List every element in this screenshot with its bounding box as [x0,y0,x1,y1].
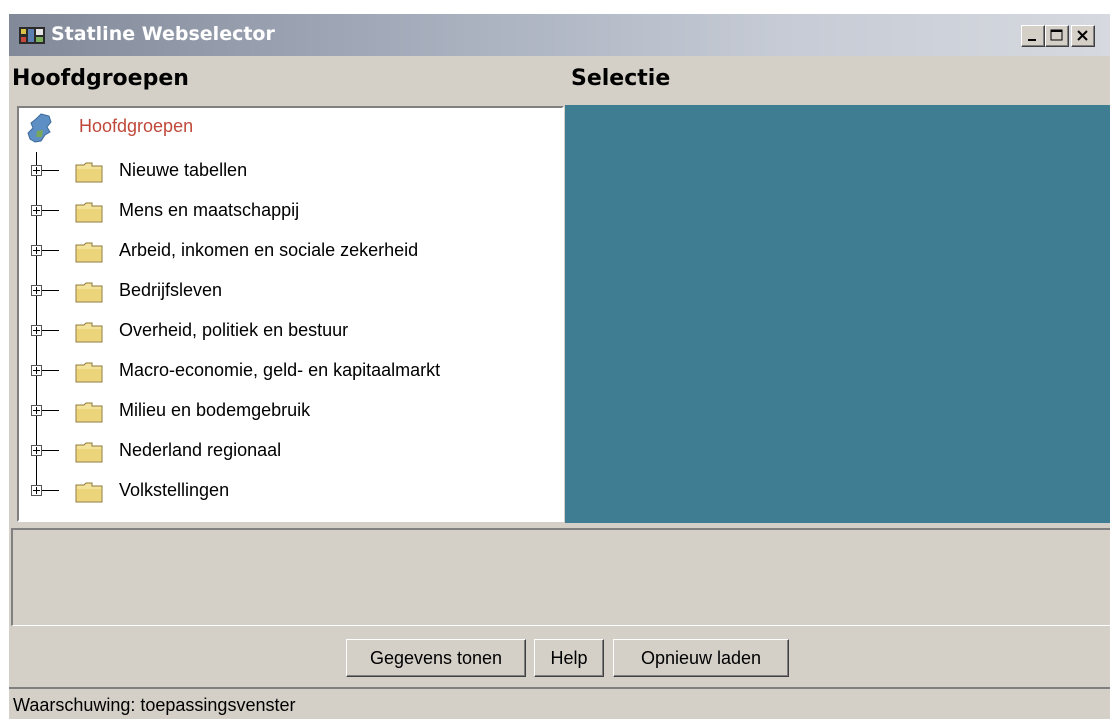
tree-item-label: Nieuwe tabellen [119,160,248,180]
folder-icon [75,442,103,463]
status-text: Waarschuwing: toepassingsvenster [13,695,296,715]
film-strip-icon [19,27,45,44]
help-button[interactable]: Help [534,639,604,677]
netherlands-map-icon [27,113,52,143]
tree-item-label: Arbeid, inkomen en sociale zekerheid [119,240,419,260]
folder-icon [75,282,103,303]
minimize-button[interactable] [1021,25,1045,47]
app-window: Statline Webselector Hoofdgroepen Select… [8,14,1110,719]
expand-icon[interactable] [31,205,42,216]
minimize-icon [1028,39,1036,41]
tree-item-label: Macro-economie, geld- en kapitaalmarkt [119,360,441,380]
expand-icon[interactable] [31,485,42,496]
expand-icon[interactable] [31,285,42,296]
close-button[interactable] [1071,25,1095,47]
show-data-button[interactable]: Gegevens tonen [346,639,526,677]
tree-item-label: Milieu en bodemgebruik [119,400,311,420]
category-tree[interactable]: Hoofdgroepen Nieuwe tabellen Mens en maa… [17,106,564,522]
tree-item-label: Volkstellingen [119,480,230,500]
tree-item-bedrijfsleven[interactable]: Bedrijfsleven [19,272,559,308]
tree-item-label: Overheid, politiek en bestuur [119,320,349,340]
tree-item-label: Mens en maatschappij [119,200,300,220]
title-bar[interactable]: Statline Webselector [9,14,1110,56]
folder-icon [75,402,103,423]
expand-icon[interactable] [31,445,42,456]
expand-icon[interactable] [31,405,42,416]
tree-item-nederland-regionaal[interactable]: Nederland regionaal [19,432,559,468]
tree-pane-header: Hoofdgroepen [12,66,189,91]
folder-icon [75,482,103,503]
maximize-icon [1050,29,1063,41]
tree-item-overheid[interactable]: Overheid, politiek en bestuur [19,312,559,348]
expand-icon[interactable] [31,165,42,176]
tree-item-label: Nederland regionaal [119,440,282,460]
tree-item-macro-economie[interactable]: Macro-economie, geld- en kapitaalmarkt [19,352,559,388]
tree-item-label: Bedrijfsleven [119,280,223,300]
close-icon [1077,30,1088,41]
tree-item-mens-en-maatschappij[interactable]: Mens en maatschappij [19,192,559,228]
status-bar: Waarschuwing: toepassingsvenster [9,687,1110,719]
selection-pane-header: Selectie [571,66,671,91]
reload-button[interactable]: Opnieuw laden [613,639,789,677]
tree-item-arbeid[interactable]: Arbeid, inkomen en sociale zekerheid [19,232,559,268]
window-title: Statline Webselector [51,23,275,45]
maximize-button[interactable] [1045,25,1069,47]
tree-item-nieuwe-tabellen[interactable]: Nieuwe tabellen [19,152,559,188]
folder-icon [75,242,103,263]
folder-icon [75,202,103,223]
expand-icon[interactable] [31,325,42,336]
folder-icon [75,362,103,383]
folder-icon [75,322,103,343]
tree-item-milieu[interactable]: Milieu en bodemgebruik [19,392,559,428]
message-area [11,528,1110,626]
tree-root-label[interactable]: Hoofdgroepen [79,116,193,137]
folder-icon [75,162,103,183]
selection-pane[interactable] [565,105,1110,523]
expand-icon[interactable] [31,245,42,256]
tree-item-volkstellingen[interactable]: Volkstellingen [19,472,559,508]
expand-icon[interactable] [31,365,42,376]
